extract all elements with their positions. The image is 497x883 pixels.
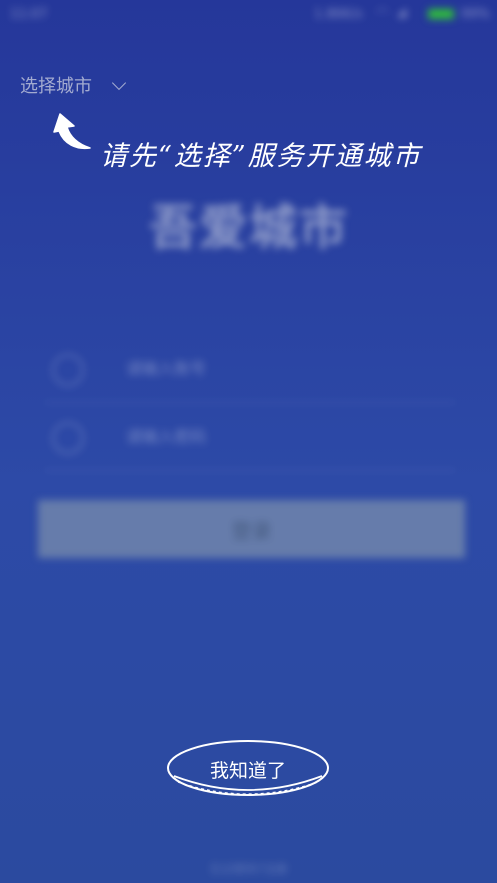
- battery-icon: [428, 9, 454, 19]
- account-field-row: [44, 348, 456, 403]
- password-field-row: [44, 416, 456, 471]
- guide-screen: 11:07 1.86K/s ◠ ◢ 99% 吾爱城市 登录 忘记密码?注册 选择…: [0, 0, 497, 883]
- app-logo: 吾爱城市: [148, 200, 349, 256]
- got-it-label: 我知道了: [209, 760, 286, 782]
- status-network-speed: 1.86K/s: [314, 7, 363, 22]
- city-selector[interactable]: 选择城市: [20, 72, 126, 98]
- wifi-icon: ◠: [376, 5, 389, 21]
- guide-tip: 请先“选择”服务开通城市: [100, 141, 422, 172]
- chevron-down-icon: [111, 75, 126, 91]
- account-input[interactable]: [124, 358, 428, 379]
- signal-icon: ◢: [397, 5, 407, 19]
- battery-percentage: 99%: [461, 7, 490, 22]
- got-it-button[interactable]: 我知道了: [166, 738, 330, 802]
- city-selector-label: 选择城市: [20, 76, 92, 97]
- status-bar: 11:07 1.86K/s ◠ ◢ 99%: [0, 0, 497, 28]
- login-button[interactable]: 登录: [38, 500, 465, 558]
- status-time: 11:07: [10, 7, 48, 22]
- lock-icon: [52, 422, 84, 454]
- user-icon: [52, 354, 84, 386]
- register-link[interactable]: 忘记密码?注册: [0, 860, 497, 877]
- password-input[interactable]: [124, 426, 428, 447]
- curved-arrow-up-icon: [53, 113, 91, 150]
